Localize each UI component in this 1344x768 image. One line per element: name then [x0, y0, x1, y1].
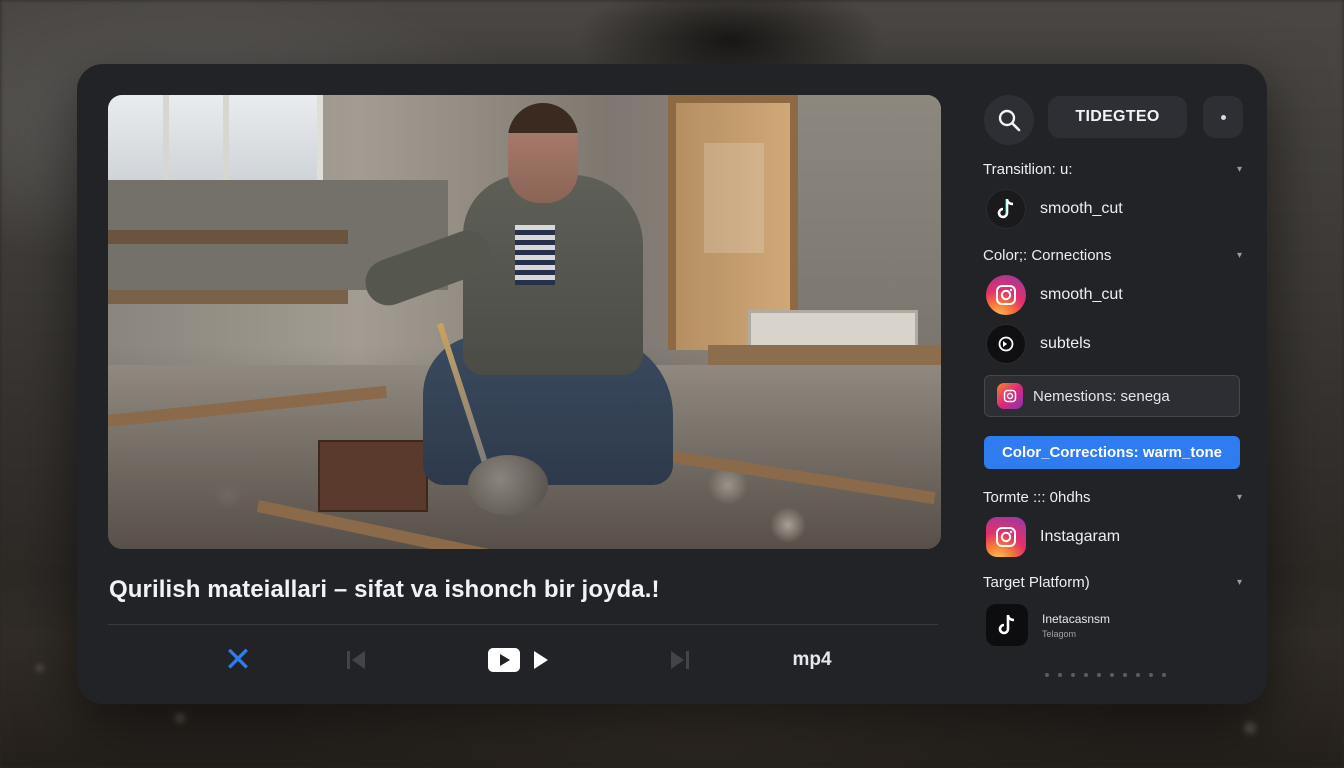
app-title-button[interactable]: TIDEGTEO	[1048, 96, 1187, 138]
chevron-down-icon: ▾	[1236, 576, 1242, 588]
tiktok-icon	[986, 189, 1026, 229]
search-button[interactable]	[984, 95, 1034, 145]
color-corrections-section-header[interactable]: Color;: Cornections ▾	[983, 245, 1242, 265]
worker-figure	[359, 95, 673, 549]
circle-arrow-icon	[986, 324, 1026, 364]
previous-button[interactable]	[342, 642, 372, 678]
chevron-down-icon: ▾	[1236, 163, 1242, 175]
target-platform-section-header[interactable]: Target Platform) ▾	[983, 572, 1242, 592]
chevron-down-icon: ▾	[1236, 249, 1242, 261]
close-icon: ✕	[223, 641, 253, 679]
more-button[interactable]	[1203, 96, 1243, 138]
close-button[interactable]: ✕	[220, 641, 256, 679]
play-icon	[534, 651, 548, 669]
target-platform-option[interactable]: Inetacasnsm Telagom	[986, 604, 1110, 646]
tiktok-icon	[986, 604, 1028, 646]
youtube-icon	[488, 648, 520, 672]
scene-window	[108, 95, 323, 180]
divider	[108, 624, 938, 625]
skip-forward-icon	[671, 651, 689, 669]
format-section-header[interactable]: Tormte ::: 0hdhs ▾	[983, 487, 1242, 507]
instagram-icon	[986, 517, 1026, 557]
color-option-subtels[interactable]: subtels	[986, 323, 1091, 365]
dot-icon	[1220, 114, 1226, 120]
mentions-field[interactable]: Nemestions: senega	[984, 375, 1240, 417]
instagram-icon	[997, 383, 1023, 409]
play-button[interactable]	[529, 642, 553, 678]
youtube-button[interactable]	[486, 642, 522, 678]
format-option-instagram[interactable]: Instagaram	[986, 516, 1120, 558]
instagram-icon	[986, 275, 1026, 315]
editor-panel: Qurilish mateiallari – sifat va ishonch …	[77, 64, 1267, 704]
color-corrections-button[interactable]: Color_Corrections: warm_tone	[984, 436, 1240, 469]
format-label[interactable]: mp4	[782, 642, 842, 678]
next-button[interactable]	[664, 642, 694, 678]
transition-section-header[interactable]: Transitlion: u: ▾	[983, 159, 1242, 179]
skip-back-icon	[347, 651, 365, 669]
video-preview[interactable]	[108, 95, 941, 549]
chevron-down-icon: ▾	[1236, 491, 1242, 503]
color-option-smooth-cut[interactable]: smooth_cut	[986, 274, 1123, 316]
transition-option[interactable]: smooth_cut	[986, 188, 1123, 230]
video-caption: Qurilish mateiallari – sifat va ishonch …	[109, 576, 660, 603]
search-icon	[998, 109, 1021, 132]
page-indicator[interactable]	[1045, 673, 1166, 677]
